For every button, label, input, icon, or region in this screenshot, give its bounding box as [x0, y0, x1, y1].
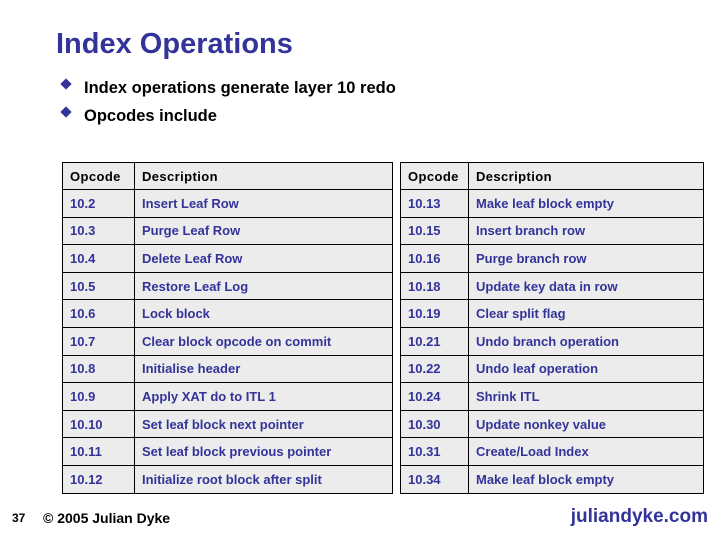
opcode-table-right-wrapper: Opcode Description 10.13 Make leaf block …: [400, 162, 704, 494]
cell-opcode: 10.6: [62, 299, 135, 328]
table-row: 10.16 Purge branch row: [400, 244, 704, 273]
table-row: 10.6 Lock block: [62, 299, 393, 328]
cell-opcode: 10.12: [62, 464, 135, 494]
cell-description: Purge branch row: [468, 244, 704, 273]
cell-opcode: 10.7: [62, 326, 135, 356]
table-row: 10.4 Delete Leaf Row: [62, 244, 393, 273]
table-row: 10.3 Purge Leaf Row: [62, 216, 393, 246]
table-row: 10.31 Create/Load Index: [400, 437, 704, 466]
slide-canvas: Index Operations Index operations genera…: [0, 0, 720, 540]
cell-description: Insert branch row: [468, 216, 704, 246]
cell-opcode: 10.11: [62, 437, 135, 466]
table-row: 10.12 Initialize root block after split: [62, 464, 393, 494]
cell-opcode: 10.4: [62, 244, 135, 273]
column-header-opcode: Opcode: [62, 162, 135, 190]
cell-opcode: 10.22: [400, 354, 469, 384]
bullet-label: Index operations generate layer 10 redo: [84, 79, 396, 97]
cell-opcode: 10.2: [62, 189, 135, 218]
brand-logo-text: juliandyke.com: [570, 506, 708, 527]
cell-description: Clear block opcode on commit: [134, 326, 393, 356]
cell-description: Create/Load Index: [468, 437, 704, 466]
cell-description: Make leaf block empty: [468, 189, 704, 218]
opcode-table-left: Opcode Description 10.2 Insert Leaf Row 1…: [62, 162, 393, 494]
cell-opcode: 10.5: [62, 271, 135, 301]
bullet-list: Index operations generate layer 10 redo …: [60, 78, 682, 134]
table-row: 10.30 Update nonkey value: [400, 409, 704, 439]
diamond-bullet-icon: [60, 106, 84, 118]
cell-description: Clear split flag: [468, 299, 704, 328]
cell-opcode: 10.9: [62, 382, 135, 411]
table-header-row: Opcode Description: [400, 162, 704, 190]
cell-opcode: 10.18: [400, 271, 469, 301]
table-row: 10.21 Undo branch operation: [400, 326, 704, 356]
cell-description: Initialise header: [134, 354, 393, 384]
cell-opcode: 10.24: [400, 382, 469, 411]
cell-description: Update nonkey value: [468, 409, 704, 439]
table-row: 10.13 Make leaf block empty: [400, 189, 704, 218]
table-row: 10.10 Set leaf block next pointer: [62, 409, 393, 439]
table-row: 10.11 Set leaf block previous pointer: [62, 437, 393, 466]
cell-description: Initialize root block after split: [134, 464, 393, 494]
cell-description: Undo branch operation: [468, 326, 704, 356]
cell-description: Restore Leaf Log: [134, 271, 393, 301]
cell-opcode: 10.31: [400, 437, 469, 466]
table-row: 10.5 Restore Leaf Log: [62, 271, 393, 301]
cell-opcode: 10.15: [400, 216, 469, 246]
column-header-description: Description: [468, 162, 704, 190]
cell-description: Update key data in row: [468, 271, 704, 301]
column-header-opcode: Opcode: [400, 162, 469, 190]
cell-opcode: 10.13: [400, 189, 469, 218]
cell-opcode: 10.16: [400, 244, 469, 273]
cell-description: Set leaf block next pointer: [134, 409, 393, 439]
cell-opcode: 10.34: [400, 464, 469, 494]
cell-description: Insert Leaf Row: [134, 189, 393, 218]
table-row: 10.34 Make leaf block empty: [400, 464, 704, 494]
cell-description: Apply XAT do to ITL 1: [134, 382, 393, 411]
table-row: 10.9 Apply XAT do to ITL 1: [62, 382, 393, 411]
table-row: 10.18 Update key data in row: [400, 271, 704, 301]
cell-opcode: 10.10: [62, 409, 135, 439]
bullet-label: Opcodes include: [84, 107, 217, 125]
list-item: Opcodes include: [60, 106, 682, 128]
table-row: 10.15 Insert branch row: [400, 216, 704, 246]
table-header-row: Opcode Description: [62, 162, 393, 190]
cell-description: Shrink ITL: [468, 382, 704, 411]
table-row: 10.7 Clear block opcode on commit: [62, 326, 393, 356]
opcode-table-left-wrapper: Opcode Description 10.2 Insert Leaf Row 1…: [62, 162, 393, 494]
table-row: 10.2 Insert Leaf Row: [62, 189, 393, 218]
table-row: 10.8 Initialise header: [62, 354, 393, 384]
diamond-bullet-icon: [60, 78, 84, 90]
cell-opcode: 10.8: [62, 354, 135, 384]
slide-number: 37: [12, 511, 26, 525]
cell-description: Set leaf block previous pointer: [134, 437, 393, 466]
copyright-notice: © 2005 Julian Dyke: [43, 510, 171, 526]
cell-description: Make leaf block empty: [468, 464, 704, 494]
column-header-description: Description: [134, 162, 393, 190]
cell-opcode: 10.30: [400, 409, 469, 439]
cell-opcode: 10.21: [400, 326, 469, 356]
table-row: 10.19 Clear split flag: [400, 299, 704, 328]
list-item: Index operations generate layer 10 redo: [60, 78, 682, 100]
cell-description: Delete Leaf Row: [134, 244, 393, 273]
cell-description: Lock block: [134, 299, 393, 328]
opcode-table-right: Opcode Description 10.13 Make leaf block …: [400, 162, 704, 494]
cell-description: Undo leaf operation: [468, 354, 704, 384]
table-row: 10.22 Undo leaf operation: [400, 354, 704, 384]
page-title: Index Operations: [56, 28, 293, 60]
table-row: 10.24 Shrink ITL: [400, 382, 704, 411]
cell-opcode: 10.3: [62, 216, 135, 246]
cell-opcode: 10.19: [400, 299, 469, 328]
cell-description: Purge Leaf Row: [134, 216, 393, 246]
